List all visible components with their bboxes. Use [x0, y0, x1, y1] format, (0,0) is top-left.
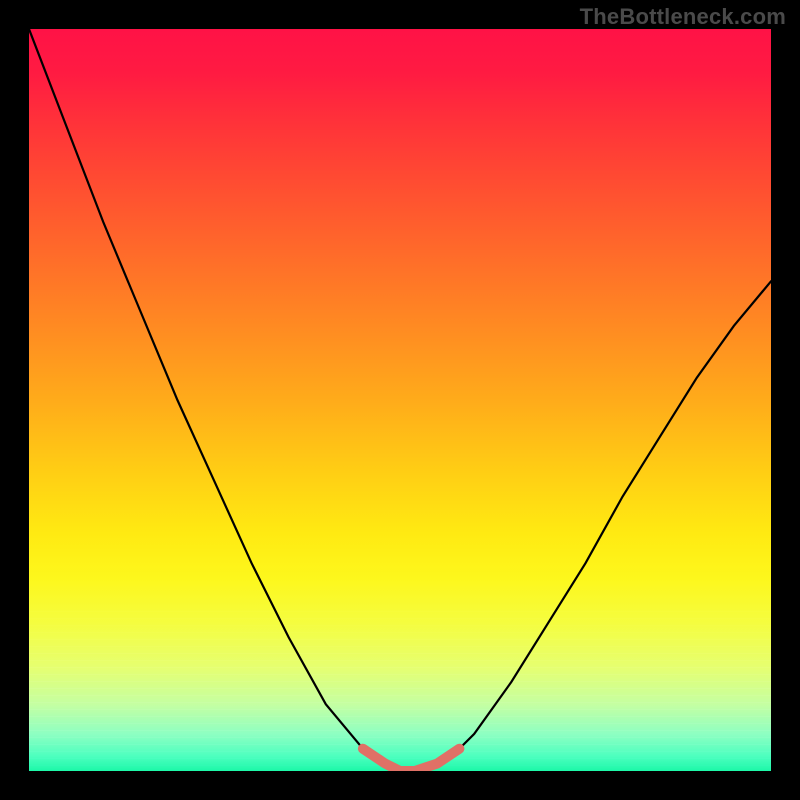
- gradient-background: [29, 29, 771, 771]
- watermark-text: TheBottleneck.com: [580, 4, 786, 30]
- chart-frame: TheBottleneck.com: [0, 0, 800, 800]
- plot-area: [29, 29, 771, 771]
